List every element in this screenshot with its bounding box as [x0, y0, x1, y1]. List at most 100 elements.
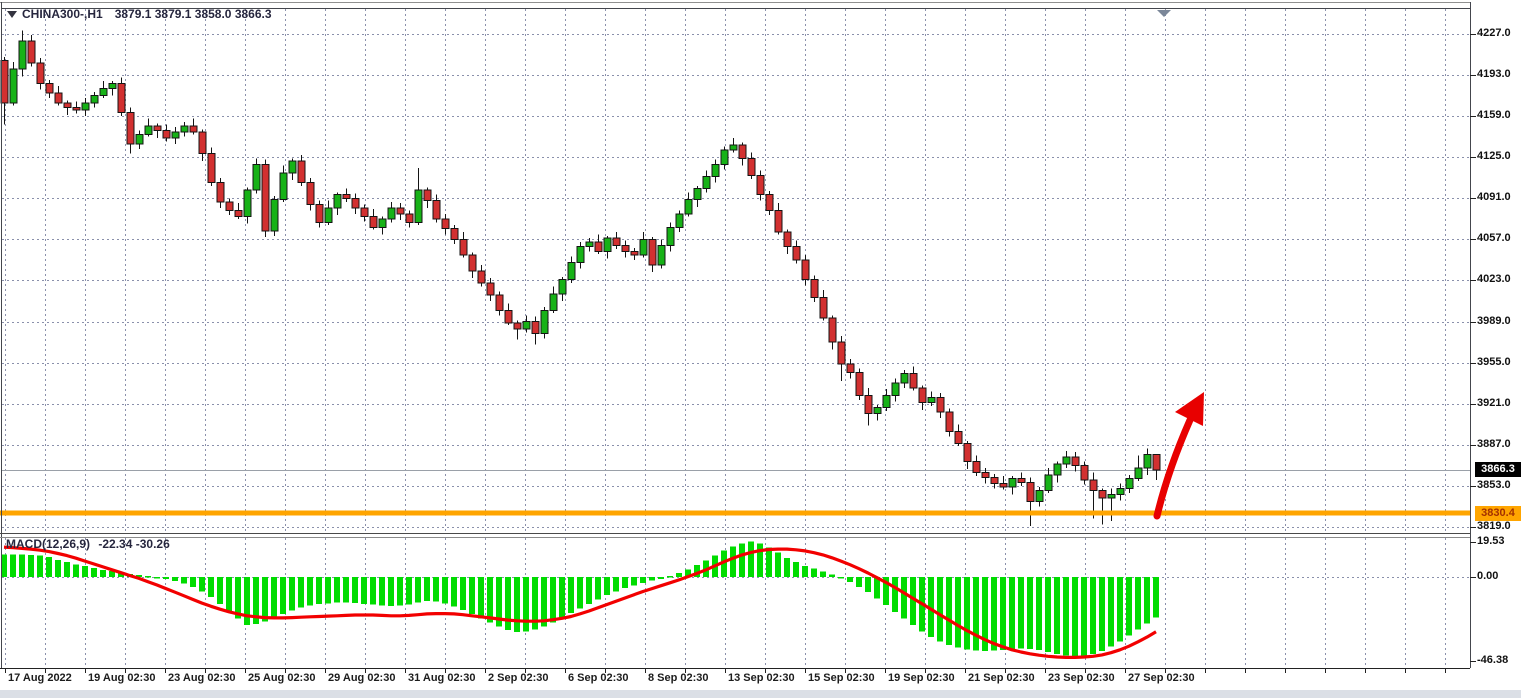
- macd-bar: [442, 577, 448, 603]
- candle-down: [55, 93, 62, 103]
- macd-bar: [244, 577, 250, 625]
- macd-bar: [946, 577, 952, 645]
- candle-up: [1126, 479, 1133, 489]
- candle-down: [757, 175, 764, 194]
- candle-down: [262, 164, 269, 230]
- candle-down: [154, 126, 161, 131]
- candle-up: [541, 311, 548, 334]
- macd-bar: [757, 544, 763, 577]
- macd-bar: [856, 577, 862, 587]
- candle-up: [685, 200, 692, 214]
- date-tick-label: 27 Sep 02:30: [1128, 672, 1195, 684]
- macd-bar: [550, 577, 556, 622]
- candle-up: [1045, 475, 1052, 491]
- candle-down: [118, 84, 125, 113]
- macd-bar: [379, 577, 385, 606]
- candle-up: [334, 195, 341, 208]
- chart-canvas[interactable]: [0, 0, 1521, 698]
- candle-down: [1000, 483, 1007, 487]
- macd-bar: [784, 558, 790, 577]
- candle-down: [73, 108, 80, 110]
- candle-down: [622, 245, 629, 251]
- price-tick-label: 4125.0: [1477, 150, 1521, 162]
- candle-up: [1117, 488, 1124, 494]
- macd-label: MACD(12,26,9): [6, 537, 90, 551]
- candle-down: [910, 374, 917, 388]
- macd-bar: [307, 577, 313, 605]
- macd-bar: [55, 560, 61, 577]
- candle-up: [883, 395, 890, 407]
- date-tick-label: 19 Sep 02:30: [888, 672, 955, 684]
- macd-bar: [1117, 577, 1123, 641]
- macd-bar: [811, 569, 817, 577]
- macd-bar: [1144, 577, 1150, 623]
- candle-up: [577, 247, 584, 263]
- macd-bar: [676, 573, 682, 577]
- macd-bar: [262, 577, 268, 621]
- candle-down: [847, 364, 854, 372]
- macd-bar: [460, 577, 466, 610]
- candle-down: [793, 247, 800, 260]
- candle-down: [46, 84, 53, 94]
- macd-bar: [28, 555, 34, 577]
- date-tick-label: 13 Sep 02:30: [728, 672, 795, 684]
- candle-up: [1009, 479, 1016, 487]
- trend-arrow[interactable]: [1157, 392, 1204, 516]
- candle-up: [892, 383, 899, 395]
- candle-up: [388, 208, 395, 219]
- candle-down: [406, 214, 413, 222]
- macd-bar: [172, 577, 178, 581]
- chart-shift-marker[interactable]: [1157, 10, 1171, 17]
- candle-up: [325, 208, 332, 222]
- macd-bar: [604, 577, 610, 595]
- candle-up: [379, 219, 386, 227]
- macd-bar: [1126, 577, 1132, 636]
- candle-down: [955, 432, 962, 444]
- candle-down: [1018, 479, 1025, 483]
- macd-bar: [469, 577, 475, 614]
- candle-down: [226, 202, 233, 210]
- macd-bar: [1081, 577, 1087, 656]
- price-tick-label: 3955.0: [1477, 356, 1521, 368]
- candle-up: [712, 164, 719, 176]
- candle-down: [1153, 454, 1160, 469]
- macd-bar: [802, 566, 808, 577]
- candle-up: [1144, 454, 1151, 467]
- candle-down: [811, 279, 818, 297]
- macd-indicator-label: MACD(12,26,9) -22.34 -30.26: [6, 537, 170, 551]
- candle-up: [1036, 491, 1043, 502]
- macd-bar: [829, 574, 835, 577]
- macd-bar: [298, 577, 304, 607]
- candle-down: [649, 239, 656, 264]
- candle-up: [658, 245, 665, 264]
- macd-bar: [649, 577, 655, 581]
- candle-down: [532, 322, 539, 334]
- candle-down: [1081, 465, 1088, 479]
- candle-up: [901, 374, 908, 384]
- macd-bar: [1063, 577, 1069, 656]
- candle-up: [280, 173, 287, 200]
- candle-down: [352, 198, 359, 208]
- macd-bar: [1000, 577, 1006, 650]
- candle-down: [748, 158, 755, 175]
- macd-bar: [1045, 577, 1051, 652]
- symbol-dropdown-arrow-icon: [7, 11, 17, 18]
- macd-bar: [613, 577, 619, 591]
- candle-up: [730, 145, 737, 150]
- candle-up: [1063, 457, 1070, 464]
- macd-bar: [19, 554, 25, 577]
- candle-down: [487, 283, 494, 295]
- macd-bar: [1099, 577, 1105, 651]
- ohlc-values: 3879.1 3879.1 3858.0 3866.3: [115, 7, 272, 21]
- candle-up: [694, 189, 701, 200]
- macd-bar: [730, 547, 736, 577]
- candle-down: [442, 219, 449, 229]
- macd-bar: [775, 553, 781, 577]
- macd-bar: [793, 562, 799, 577]
- date-tick-label: 2 Sep 02:30: [488, 672, 549, 684]
- macd-bar: [568, 577, 574, 613]
- price-tick-label: 4159.0: [1477, 109, 1521, 121]
- macd-bar: [622, 577, 628, 588]
- candle-up: [244, 190, 251, 217]
- candle-down: [766, 195, 773, 211]
